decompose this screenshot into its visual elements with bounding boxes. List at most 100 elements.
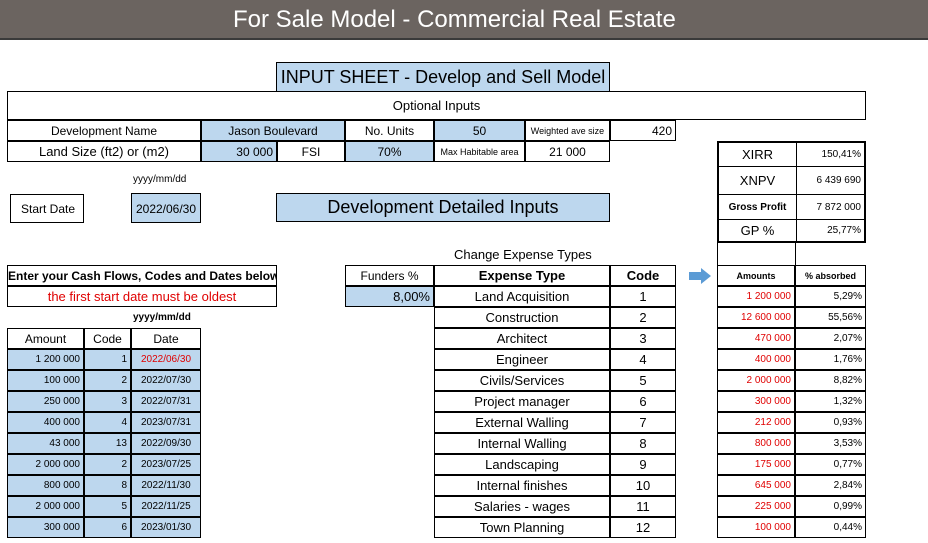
expense-code-cell: 10 [610, 475, 676, 496]
cf-code-cell[interactable]: 4 [84, 412, 131, 433]
amount-cell: 225 000 [717, 496, 795, 517]
optional-inputs-header: Optional Inputs [7, 91, 866, 120]
amount-cell: 2 000 000 [717, 370, 795, 391]
cf-amount-cell[interactable]: 400 000 [7, 412, 84, 433]
cf-amount-cell[interactable]: 250 000 [7, 391, 84, 412]
metric-gross-profit-value: 7 872 000 [797, 195, 864, 220]
input-sheet-title: INPUT SHEET - Develop and Sell Model [276, 62, 610, 92]
units-input[interactable]: 50 [434, 120, 525, 141]
amount-cell: 1 200 000 [717, 286, 795, 307]
expense-code-cell: 12 [610, 517, 676, 538]
cf-code-cell[interactable]: 5 [84, 496, 131, 517]
cf-code-cell[interactable]: 13 [84, 433, 131, 454]
cf-date-cell[interactable]: 2022/11/30 [131, 475, 201, 496]
date-format-label: yyyy/mm/dd [133, 174, 187, 185]
cf-date-cell[interactable]: 2023/01/30 [131, 517, 201, 538]
cf-col-amount: Amount [7, 328, 84, 349]
dev-detailed-header: Development Detailed Inputs [276, 193, 610, 222]
cf-amount-cell[interactable]: 100 000 [7, 370, 84, 391]
cf-col-date: Date [131, 328, 201, 349]
fsi-label: FSI [277, 141, 345, 162]
amount-cell: 100 000 [717, 517, 795, 538]
weighted-label: Weighted ave size [525, 120, 610, 141]
pct-absorbed-cell: 0,93% [795, 412, 866, 433]
cf-date-cell[interactable]: 2022/07/31 [131, 391, 201, 412]
expense-code-cell: 1 [610, 286, 676, 307]
cf-code-cell[interactable]: 1 [84, 349, 131, 370]
expense-type-cell: Project manager [434, 391, 610, 412]
cf-code-cell[interactable]: 2 [84, 370, 131, 391]
funders-input[interactable]: 8,00% [345, 286, 434, 307]
expense-type-cell: Town Planning [434, 517, 610, 538]
cf-code-cell[interactable]: 3 [84, 391, 131, 412]
amounts-divider [717, 243, 718, 265]
amounts-divider [795, 243, 796, 265]
pct-absorbed-cell: 0,99% [795, 496, 866, 517]
cf-amount-cell[interactable]: 2 000 000 [7, 454, 84, 475]
page-title: For Sale Model - Commercial Real Estate [233, 6, 676, 33]
start-date-input[interactable]: 2022/06/30 [131, 193, 201, 223]
cf-date-cell[interactable]: 2022/07/30 [131, 370, 201, 391]
pct-absorbed-cell: 2,84% [795, 475, 866, 496]
cf-amount-cell[interactable]: 300 000 [7, 517, 84, 538]
metric-xnpv-label: XNPV [719, 167, 797, 195]
pct-absorbed-cell: 8,82% [795, 370, 866, 391]
pct-absorbed-cell: 3,53% [795, 433, 866, 454]
metric-gp-label: GP % [719, 220, 797, 241]
land-size-input[interactable]: 30 000 [201, 141, 277, 162]
cf-date-cell[interactable]: 2023/07/25 [131, 454, 201, 475]
land-size-label: Land Size (ft2) or (m2) [7, 141, 201, 162]
cf-date-cell[interactable]: 2022/11/25 [131, 496, 201, 517]
expense-type-cell: Internal Walling [434, 433, 610, 454]
expense-code-cell: 6 [610, 391, 676, 412]
cf-code-cell[interactable]: 2 [84, 454, 131, 475]
amount-cell: 175 000 [717, 454, 795, 475]
cf-amount-cell[interactable]: 2 000 000 [7, 496, 84, 517]
expense-type-cell: Architect [434, 328, 610, 349]
pct-absorbed-cell: 1,76% [795, 349, 866, 370]
expense-col-code: Code [610, 265, 676, 286]
cf-amount-cell[interactable]: 43 000 [7, 433, 84, 454]
weighted-value: 420 [610, 120, 676, 141]
pct-absorbed-cell: 2,07% [795, 328, 866, 349]
expense-code-cell: 4 [610, 349, 676, 370]
metric-xnpv-value: 6 439 690 [797, 167, 864, 195]
cf-amount-cell[interactable]: 800 000 [7, 475, 84, 496]
amount-cell: 800 000 [717, 433, 795, 454]
arrow-right-icon [689, 268, 711, 284]
max-hab-value: 21 000 [525, 141, 610, 162]
metric-xirr-value: 150,41% [797, 143, 864, 167]
cf-col-code: Code [84, 328, 131, 349]
expense-type-cell: Salaries - wages [434, 496, 610, 517]
cf-amount-cell[interactable]: 1 200 000 [7, 349, 84, 370]
dev-name-input[interactable]: Jason Boulevard [201, 120, 345, 141]
expense-code-cell: 7 [610, 412, 676, 433]
dev-name-label: Development Name [7, 120, 201, 141]
pct-absorbed-cell: 5,29% [795, 286, 866, 307]
cf-date-cell[interactable]: 2022/09/30 [131, 433, 201, 454]
expense-type-cell: Land Acquisition [434, 286, 610, 307]
start-date-label: Start Date [10, 194, 84, 223]
cf-date-cell[interactable]: 2022/06/30 [131, 349, 201, 370]
metric-gross-profit-label: Gross Profit [719, 195, 797, 220]
cf-code-cell[interactable]: 8 [84, 475, 131, 496]
metric-xirr-label: XIRR [719, 143, 797, 167]
amount-cell: 470 000 [717, 328, 795, 349]
expense-code-cell: 3 [610, 328, 676, 349]
metrics-box: XIRR 150,41% XNPV 6 439 690 Gross Profit… [717, 141, 866, 243]
fsi-input[interactable]: 70% [345, 141, 434, 162]
cash-flow-header: Enter your Cash Flows, Codes and Dates b… [7, 265, 277, 286]
expense-code-cell: 9 [610, 454, 676, 475]
cf-code-cell[interactable]: 6 [84, 517, 131, 538]
expense-code-cell: 11 [610, 496, 676, 517]
amount-cell: 400 000 [717, 349, 795, 370]
pct-absorbed-cell: 1,32% [795, 391, 866, 412]
cf-date-cell[interactable]: 2023/07/31 [131, 412, 201, 433]
cf-date-format-label: yyyy/mm/dd [133, 312, 191, 323]
amount-cell: 300 000 [717, 391, 795, 412]
funders-label: Funders % [345, 265, 434, 286]
expense-code-cell: 8 [610, 433, 676, 454]
expense-type-cell: External Walling [434, 412, 610, 433]
expense-col-type: Expense Type [434, 265, 610, 286]
expense-type-cell: Internal finishes [434, 475, 610, 496]
